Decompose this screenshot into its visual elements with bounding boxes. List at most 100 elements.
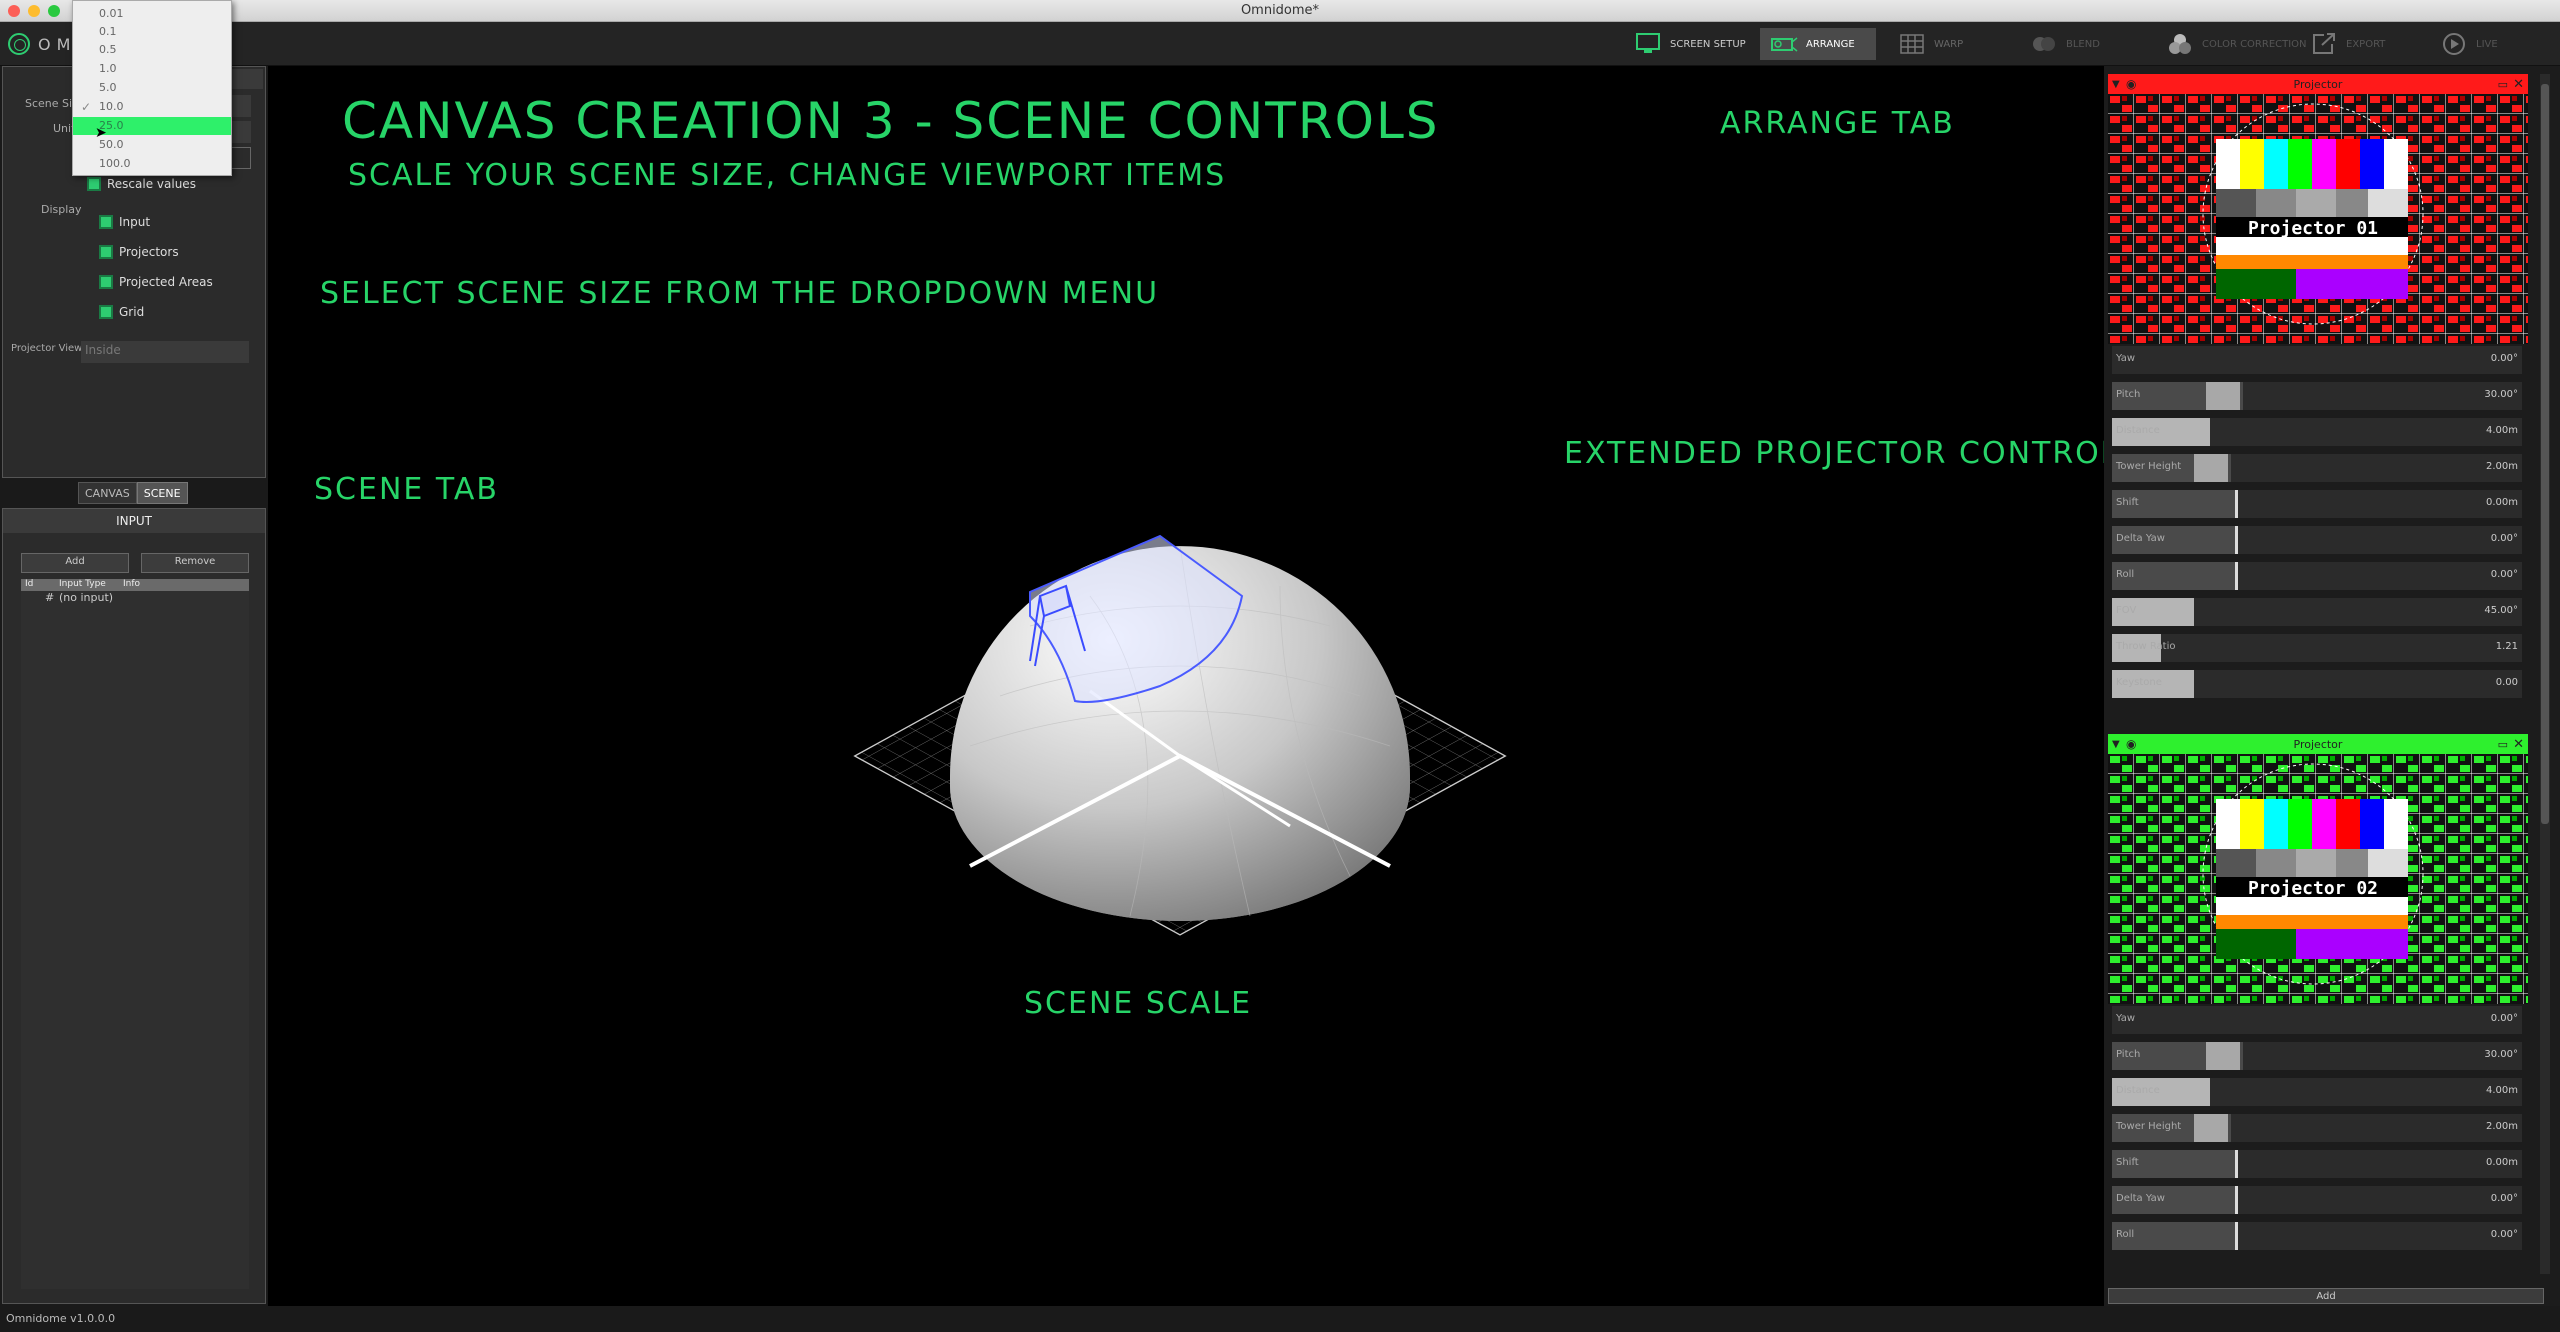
tab-label: LIVE	[2476, 38, 2498, 50]
input-checkbox[interactable]	[99, 215, 113, 229]
slider-value: 4.00m	[2485, 1085, 2518, 1096]
eye-icon[interactable]: ◉	[2126, 737, 2136, 751]
projector-card-1: ▼ ◉ Projector ▭ ✕ Projector 01 Yaw 0.00°…	[2108, 74, 2528, 716]
add-input-button[interactable]: Add	[21, 553, 129, 573]
slider-handle[interactable]	[2235, 562, 2238, 590]
slider-label: Pitch	[2116, 1049, 2141, 1060]
unit-field[interactable]	[231, 147, 251, 169]
slider-label: Tower Height	[2116, 1121, 2182, 1132]
scene-size-dropdown[interactable]: 0.01 0.1 0.5 1.0 5.0 10.0 ✓ 25.0 50.0 10…	[72, 0, 232, 176]
projector-header-label: Projector	[2293, 77, 2343, 91]
tab-label: COLOR CORRECTION	[2202, 38, 2307, 50]
dropdown-option[interactable]: 1.0	[73, 60, 231, 78]
slider-fov[interactable]: FOV 45.00°	[2112, 598, 2522, 630]
dropdown-option[interactable]: 5.0	[73, 79, 231, 97]
unit-select[interactable]	[231, 121, 251, 143]
slider-pitch[interactable]: Pitch 30.00°	[2112, 382, 2522, 414]
slider-tower-height[interactable]: Tower Height 2.00m	[2112, 454, 2522, 486]
tab-scene[interactable]: SCENE	[136, 482, 188, 504]
tab-blend[interactable]: BLEND	[2020, 28, 2110, 60]
slider-shift[interactable]: Shift 0.00m	[2112, 490, 2522, 522]
slider-value: 30.00°	[2484, 1049, 2518, 1060]
tab-screen-setup[interactable]: SCREEN SETUP	[1624, 28, 1756, 60]
slider-label: Distance	[2116, 1085, 2160, 1096]
remove-input-button[interactable]: Remove	[141, 553, 249, 573]
slider-yaw[interactable]: Yaw 0.00°	[2112, 346, 2522, 378]
slider-label: Pitch	[2116, 389, 2141, 400]
tab-label: SCREEN SETUP	[1670, 38, 1746, 50]
left-tab-bar: CANVAS SCENE	[78, 482, 188, 504]
slider-label: Roll	[2116, 569, 2135, 580]
slider-label: Yaw	[2116, 1013, 2136, 1024]
tab-canvas[interactable]: CANVAS	[78, 482, 137, 504]
status-bar: Omnidome v1.0.0.0	[0, 1306, 2560, 1332]
tab-color-correction[interactable]: COLOR CORRECTION	[2156, 28, 2317, 60]
slider-value: 30.00°	[2484, 389, 2518, 400]
slider-value: 0.00°	[2490, 533, 2518, 544]
projector-header-1[interactable]: ▼ ◉ Projector ▭ ✕	[2108, 74, 2528, 94]
slider-handle[interactable]	[2206, 382, 2241, 410]
slider-handle[interactable]	[2206, 1042, 2241, 1070]
projector-view-select[interactable]: Inside	[81, 341, 249, 363]
close-icon[interactable]: ✕	[2513, 737, 2524, 752]
slider-label: Delta Yaw	[2116, 1193, 2165, 1204]
slider-distance[interactable]: Distance 4.00m	[2112, 1078, 2522, 1110]
slider-roll[interactable]: Roll 0.00°	[2112, 1222, 2522, 1254]
tab-label: EXPORT	[2346, 38, 2386, 50]
slider-handle[interactable]	[2194, 454, 2228, 482]
slider-pitch[interactable]: Pitch 30.00°	[2112, 1042, 2522, 1074]
projectors-checkbox[interactable]	[99, 245, 113, 259]
slider-label: Roll	[2116, 1229, 2135, 1240]
display-item-input: Input	[119, 215, 151, 229]
slider-handle[interactable]	[2194, 1114, 2228, 1142]
dropdown-option[interactable]: 0.1	[73, 23, 231, 41]
arrange-tab-annotation: ARRANGE TAB	[1720, 106, 1955, 141]
scene-tab-annotation: SCENE TAB	[314, 472, 499, 507]
slider-keystone[interactable]: Keystone 0.00	[2112, 670, 2522, 702]
scene-size-select[interactable]	[231, 95, 251, 117]
dropdown-option[interactable]: 0.01	[73, 5, 231, 23]
table-row[interactable]: # (no input)	[21, 591, 249, 607]
dropdown-option[interactable]: 100.0	[73, 155, 231, 173]
close-icon[interactable]: ✕	[2513, 77, 2524, 92]
slider-tower-height[interactable]: Tower Height 2.00m	[2112, 1114, 2522, 1146]
rescale-values-checkbox[interactable]	[87, 177, 101, 191]
dropdown-option[interactable]: 0.5	[73, 41, 231, 59]
slider-delta-yaw[interactable]: Delta Yaw 0.00°	[2112, 1186, 2522, 1218]
projector-preview-1: Projector 01	[2108, 94, 2528, 344]
maximize-icon[interactable]: ▭	[2498, 78, 2508, 91]
slider-throw-ratio[interactable]: Throw Ratio 1.21	[2112, 634, 2522, 666]
slider-handle[interactable]	[2235, 490, 2238, 518]
slider-shift[interactable]: Shift 0.00m	[2112, 1150, 2522, 1182]
tab-live[interactable]: LIVE	[2430, 28, 2508, 60]
maximize-icon[interactable]: ▭	[2498, 738, 2508, 751]
blend-icon	[2033, 37, 2055, 51]
slider-yaw[interactable]: Yaw 0.00°	[2112, 1006, 2522, 1038]
slider-delta-yaw[interactable]: Delta Yaw 0.00°	[2112, 526, 2522, 558]
slider-roll[interactable]: Roll 0.00°	[2112, 562, 2522, 594]
slider-handle[interactable]	[2235, 526, 2238, 554]
projector-sliders-1: Yaw 0.00° Pitch 30.00° Distance 4.00m Tower He…	[2108, 346, 2528, 716]
projector-icon	[1771, 37, 1798, 52]
slider-handle[interactable]	[2235, 1150, 2238, 1178]
collapse-icon[interactable]: ▼	[2112, 739, 2120, 750]
collapse-icon[interactable]: ▼	[2112, 79, 2120, 90]
slider-distance[interactable]: Distance 4.00m	[2112, 418, 2522, 450]
projected-areas-checkbox[interactable]	[99, 275, 113, 289]
slider-handle[interactable]	[2235, 1222, 2238, 1250]
projector-header-2[interactable]: ▼ ◉ Projector ▭ ✕	[2108, 734, 2528, 754]
tab-warp[interactable]: WARP	[1888, 28, 1973, 60]
add-projector-button[interactable]: Add	[2108, 1288, 2544, 1304]
tab-export[interactable]: EXPORT	[2300, 28, 2395, 60]
eye-icon[interactable]: ◉	[2126, 77, 2136, 91]
dropdown-option-checked[interactable]: 10.0	[73, 98, 231, 116]
display-item-grid: Grid	[119, 305, 145, 319]
projector-label-1: Projector 01	[2248, 218, 2378, 239]
input-panel-title: INPUT	[3, 509, 265, 533]
grid-checkbox[interactable]	[99, 305, 113, 319]
right-scrollbar[interactable]	[2540, 74, 2550, 1274]
scrollbar-thumb[interactable]	[2541, 84, 2549, 824]
scene-viewport[interactable]: CANVAS CREATION 3 - SCENE CONTROLS SCALE…	[270, 66, 2139, 1306]
tab-arrange[interactable]: ARRANGE	[1760, 28, 1876, 60]
slider-handle[interactable]	[2235, 1186, 2238, 1214]
